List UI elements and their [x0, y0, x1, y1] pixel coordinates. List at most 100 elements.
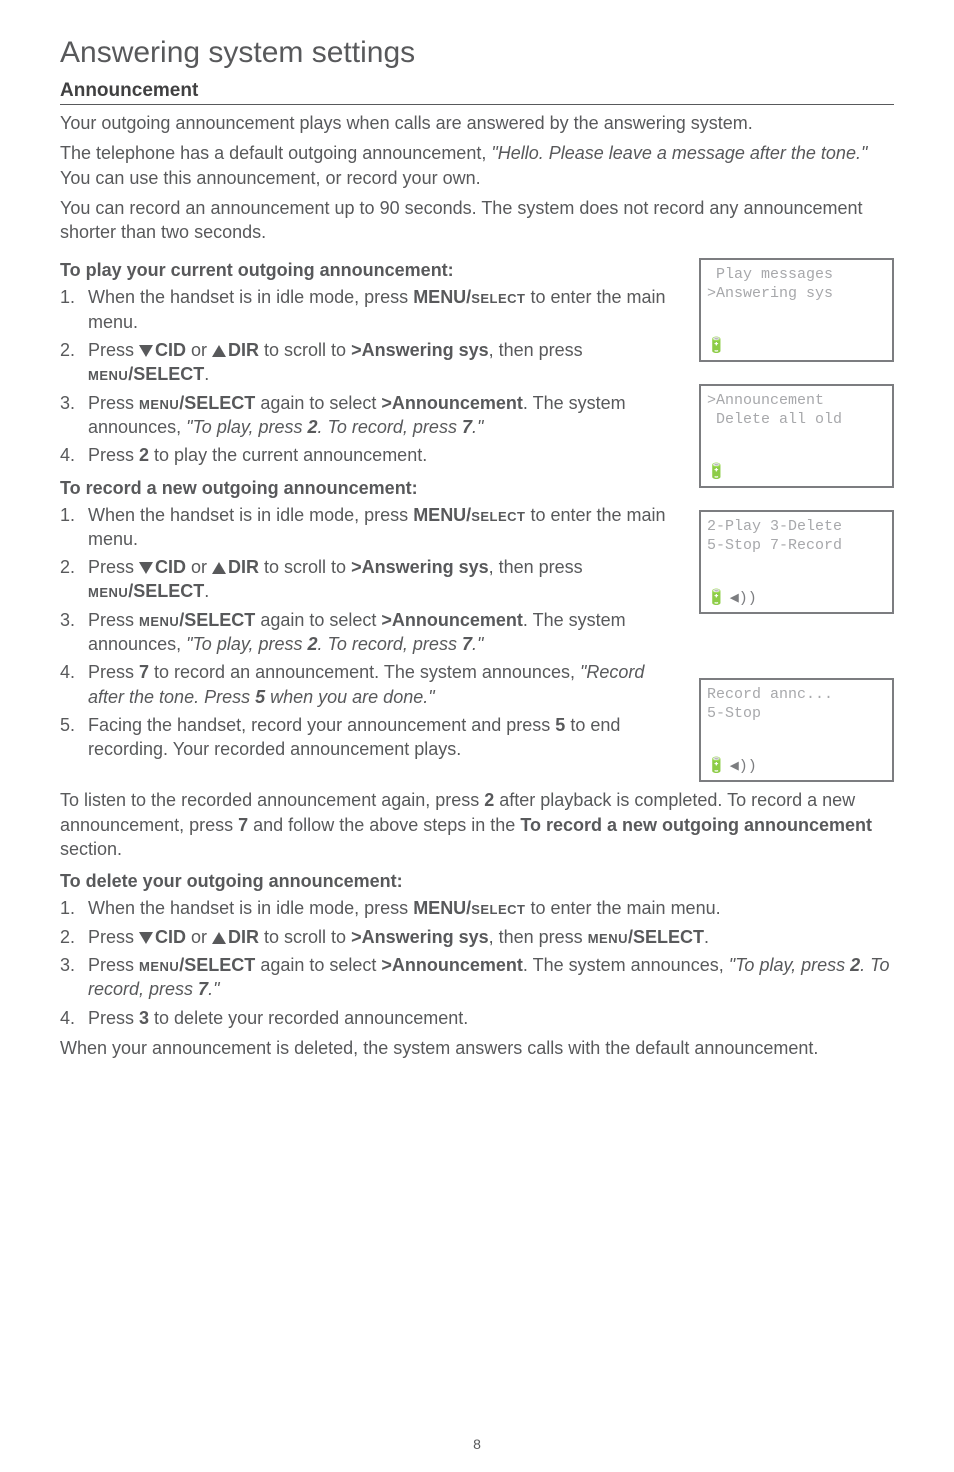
- key-label: CID: [155, 927, 186, 947]
- key-label: menu/SELECT: [139, 393, 255, 413]
- battery-icon: 🔋: [707, 464, 726, 483]
- text: or: [186, 927, 212, 947]
- key-label: 2: [484, 790, 494, 810]
- battery-icon: 🔋: [707, 590, 726, 609]
- lcd-screen-1: Play messages >Answering sys 🔋: [699, 258, 894, 362]
- lcd-line: Delete all old: [707, 411, 886, 430]
- section-ref: To record a new outgoing announcement: [520, 815, 872, 835]
- list-item: 1. When the handset is in idle mode, pre…: [60, 285, 681, 334]
- text: To listen to the recorded announcement a…: [60, 790, 484, 810]
- text: Facing the handset, record your announce…: [88, 715, 555, 735]
- key-label: CID: [155, 340, 186, 360]
- lcd-line: >Announcement: [707, 392, 886, 411]
- text: to scroll to: [259, 557, 351, 577]
- text: . The system announces,: [523, 955, 729, 975]
- key-label: menu/SELECT: [139, 610, 255, 630]
- text: When the handset is in idle mode, press: [88, 287, 413, 307]
- key-label: DIR: [228, 340, 259, 360]
- menu-path: >Answering sys: [351, 340, 489, 360]
- list-item: 4. Press 2 to play the current announcem…: [60, 443, 681, 467]
- lcd-screen-3: 2-Play 3-Delete 5-Stop 7-Record 🔋 ◀)): [699, 510, 894, 614]
- key-label: MENU/select: [413, 505, 525, 525]
- key-label: 2: [139, 445, 149, 465]
- up-triangle-icon: [212, 562, 226, 574]
- list-item: 5. Facing the handset, record your annou…: [60, 713, 681, 762]
- key-label: CID: [155, 557, 186, 577]
- battery-icon: 🔋: [707, 338, 726, 357]
- section-heading-announcement: Announcement: [60, 80, 894, 105]
- menu-path: >Announcement: [381, 955, 523, 975]
- text: to scroll to: [259, 340, 351, 360]
- text: Press: [88, 1008, 139, 1028]
- down-triangle-icon: [139, 932, 153, 944]
- text: The telephone has a default outgoing ann…: [60, 143, 491, 163]
- list-item: 2. Press CID or DIR to scroll to >Answer…: [60, 555, 681, 604]
- page-number: 8: [0, 1436, 954, 1452]
- text: Press: [88, 662, 139, 682]
- text: and follow the above steps in the: [248, 815, 520, 835]
- intro-para-3: You can record an announcement up to 90 …: [60, 196, 894, 245]
- system-quote: "To play, press 2. To record, press 7.": [186, 634, 483, 654]
- text: , then press: [489, 557, 583, 577]
- play-steps-list: 1. When the handset is in idle mode, pre…: [60, 285, 681, 467]
- text: , then press: [489, 927, 588, 947]
- text: Press: [88, 927, 139, 947]
- text: Press: [88, 445, 139, 465]
- text: Press: [88, 557, 139, 577]
- list-item: 3. Press menu/SELECT again to select >An…: [60, 953, 894, 1002]
- key-label: 3: [139, 1008, 149, 1028]
- menu-path: >Answering sys: [351, 557, 489, 577]
- down-triangle-icon: [139, 345, 153, 357]
- lcd-line: 2-Play 3-Delete: [707, 518, 886, 537]
- list-item: 3. Press menu/SELECT again to select >An…: [60, 391, 681, 440]
- text: .: [204, 364, 209, 384]
- lcd-line: 5-Stop: [707, 705, 886, 724]
- speaker-icon: ◀)): [730, 590, 757, 609]
- lcd-line: >Answering sys: [707, 285, 886, 304]
- text: or: [186, 340, 212, 360]
- page-title: Answering system settings: [60, 36, 894, 70]
- listen-para: To listen to the recorded announcement a…: [60, 788, 894, 861]
- key-label: menu/SELECT: [139, 955, 255, 975]
- text: again to select: [255, 610, 381, 630]
- text: to delete your recorded announcement.: [149, 1008, 468, 1028]
- text: Press: [88, 955, 139, 975]
- delete-subheading: To delete your outgoing announcement:: [60, 871, 894, 892]
- text: again to select: [255, 955, 381, 975]
- default-announcement-quote: "Hello. Please leave a message after the…: [491, 143, 867, 163]
- text: or: [186, 557, 212, 577]
- text: Press: [88, 340, 139, 360]
- record-steps-list: 1. When the handset is in idle mode, pre…: [60, 503, 681, 762]
- list-item: 1. When the handset is in idle mode, pre…: [60, 896, 894, 920]
- text: You can use this announcement, or record…: [60, 168, 481, 188]
- intro-para-2: The telephone has a default outgoing ann…: [60, 141, 894, 190]
- text: , then press: [489, 340, 583, 360]
- text: section.: [60, 839, 122, 859]
- key-label: menu/SELECT: [88, 581, 204, 601]
- text: to play the current announcement.: [149, 445, 427, 465]
- text: When the handset is in idle mode, press: [88, 898, 413, 918]
- text: When the handset is in idle mode, press: [88, 505, 413, 525]
- text: .: [204, 581, 209, 601]
- list-item: 2. Press CID or DIR to scroll to >Answer…: [60, 925, 894, 949]
- text: again to select: [255, 393, 381, 413]
- menu-path: >Announcement: [381, 610, 523, 630]
- up-triangle-icon: [212, 932, 226, 944]
- text: to enter the main menu.: [525, 898, 720, 918]
- key-label: 5: [555, 715, 565, 735]
- key-label: menu/SELECT: [588, 927, 704, 947]
- down-triangle-icon: [139, 562, 153, 574]
- text: .: [704, 927, 709, 947]
- play-subheading: To play your current outgoing announceme…: [60, 260, 681, 281]
- list-item: 4. Press 7 to record an announcement. Th…: [60, 660, 681, 709]
- key-label: menu/SELECT: [88, 364, 204, 384]
- list-item: 1. When the handset is in idle mode, pre…: [60, 503, 681, 552]
- final-para: When your announcement is deleted, the s…: [60, 1036, 894, 1060]
- lcd-screen-4: Record annc... 5-Stop 🔋 ◀)): [699, 678, 894, 782]
- text: Press: [88, 393, 139, 413]
- menu-path: >Answering sys: [351, 927, 489, 947]
- battery-icon: 🔋: [707, 758, 726, 777]
- menu-path: >Announcement: [381, 393, 523, 413]
- list-item: 3. Press menu/SELECT again to select >An…: [60, 608, 681, 657]
- list-item: 2. Press CID or DIR to scroll to >Answer…: [60, 338, 681, 387]
